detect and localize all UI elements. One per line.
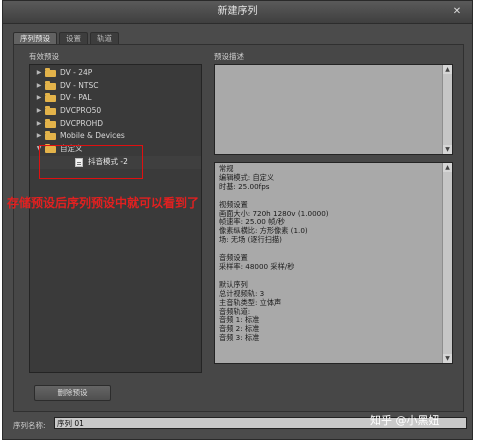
expand-arrow-icon[interactable]: ▶: [35, 92, 43, 105]
preset-detail-line: 场: 无场 (逐行扫描): [219, 235, 282, 245]
expand-arrow-icon[interactable]: ▶: [35, 105, 43, 118]
preset-tree[interactable]: ▶ DV - 24P ▶ DV - NTSC ▶ DV - PAL ▶ DVCP…: [29, 64, 202, 373]
annotation-text: 存储预设后序列预设中就可以看到了: [7, 196, 200, 210]
highlight-box: [39, 145, 143, 179]
preset-detail-line: [219, 245, 452, 254]
preset-folder-label: Mobile & Devices: [60, 131, 125, 141]
preset-detail-line: [219, 192, 452, 201]
delete-preset-button[interactable]: 删除预设: [34, 385, 111, 401]
description-scrollbar[interactable]: ▲ ▼: [442, 65, 452, 154]
sequence-name-label: 序列名称:: [13, 421, 46, 430]
dialog-title: 新建序列: [217, 6, 258, 17]
close-icon[interactable]: ✕: [448, 4, 466, 19]
expand-arrow-icon[interactable]: ▶: [35, 118, 43, 131]
expand-arrow-icon[interactable]: ▶: [35, 130, 43, 143]
preset-folder-label: DVCPROHD: [60, 118, 104, 128]
preset-folder-label: DV - PAL: [60, 93, 92, 103]
preset-detail-line: [219, 272, 452, 281]
preset-folder-dv-pal[interactable]: ▶ DV - PAL: [30, 92, 201, 105]
presets-panel: 有效预设 预设描述 ▶ DV - 24P ▶ DV - NTSC ▶ DV - …: [13, 44, 464, 412]
preset-detail-line: 采样率: 48000 采样/秒: [219, 261, 295, 271]
preset-detail-line: 时基: 25.00fps: [219, 181, 270, 191]
folder-icon: [45, 106, 56, 116]
preset-detail-line: 主音轨类型: 立体声: [219, 297, 282, 307]
watermark-text: 知乎 @小黑妞: [370, 414, 440, 427]
preset-detail-line: 音频 3: 标准: [219, 333, 260, 343]
preset-folder-dv-24p[interactable]: ▶ DV - 24P: [30, 67, 201, 80]
expand-arrow-icon[interactable]: ▶: [35, 67, 43, 80]
folder-icon: [45, 68, 56, 77]
folder-icon: [45, 131, 56, 141]
preset-details-box: 常规 编辑模式: 自定义 时基: 25.00fps 视频设置 画面大小: 720h 1…: [214, 162, 453, 364]
scroll-down-icon[interactable]: ▼: [443, 145, 452, 154]
tab-bar: 序列预设 设置 轨道: [13, 32, 121, 45]
new-sequence-dialog: 新建序列 ✕ 序列预设 设置 轨道 有效预设 预设描述 ▶ DV - 24P ▶…: [2, 0, 473, 440]
scroll-down-icon[interactable]: ▼: [443, 354, 452, 363]
preset-details-list: 常规 编辑模式: 自定义 时基: 25.00fps 视频设置 画面大小: 720h 1…: [219, 164, 452, 343]
preset-folder-label: DV - 24P: [60, 68, 93, 77]
preset-description-box: ▲ ▼: [214, 64, 453, 155]
preset-folder-label: DV - NTSC: [60, 80, 99, 90]
preset-folder-dvcpro50[interactable]: ▶ DVCPRO50: [30, 105, 201, 118]
title-bar: 新建序列 ✕: [3, 1, 472, 24]
preset-folder-dvcprohd[interactable]: ▶ DVCPROHD: [30, 118, 201, 131]
preset-folder-dv-ntsc[interactable]: ▶ DV - NTSC: [30, 80, 201, 93]
preset-folder-mobile-devices[interactable]: ▶ Mobile & Devices: [30, 130, 201, 143]
folder-icon: [45, 93, 56, 103]
expand-arrow-icon[interactable]: ▶: [35, 80, 43, 93]
folder-icon: [45, 118, 56, 128]
details-scrollbar[interactable]: ▲ ▼: [442, 163, 452, 363]
folder-icon: [45, 80, 56, 90]
scroll-up-icon[interactable]: ▲: [443, 65, 452, 74]
available-presets-label: 有效预设: [29, 52, 59, 61]
preset-folder-label: DVCPRO50: [60, 106, 102, 116]
preset-description-label: 预设描述: [214, 52, 244, 61]
scroll-up-icon[interactable]: ▲: [443, 163, 452, 172]
